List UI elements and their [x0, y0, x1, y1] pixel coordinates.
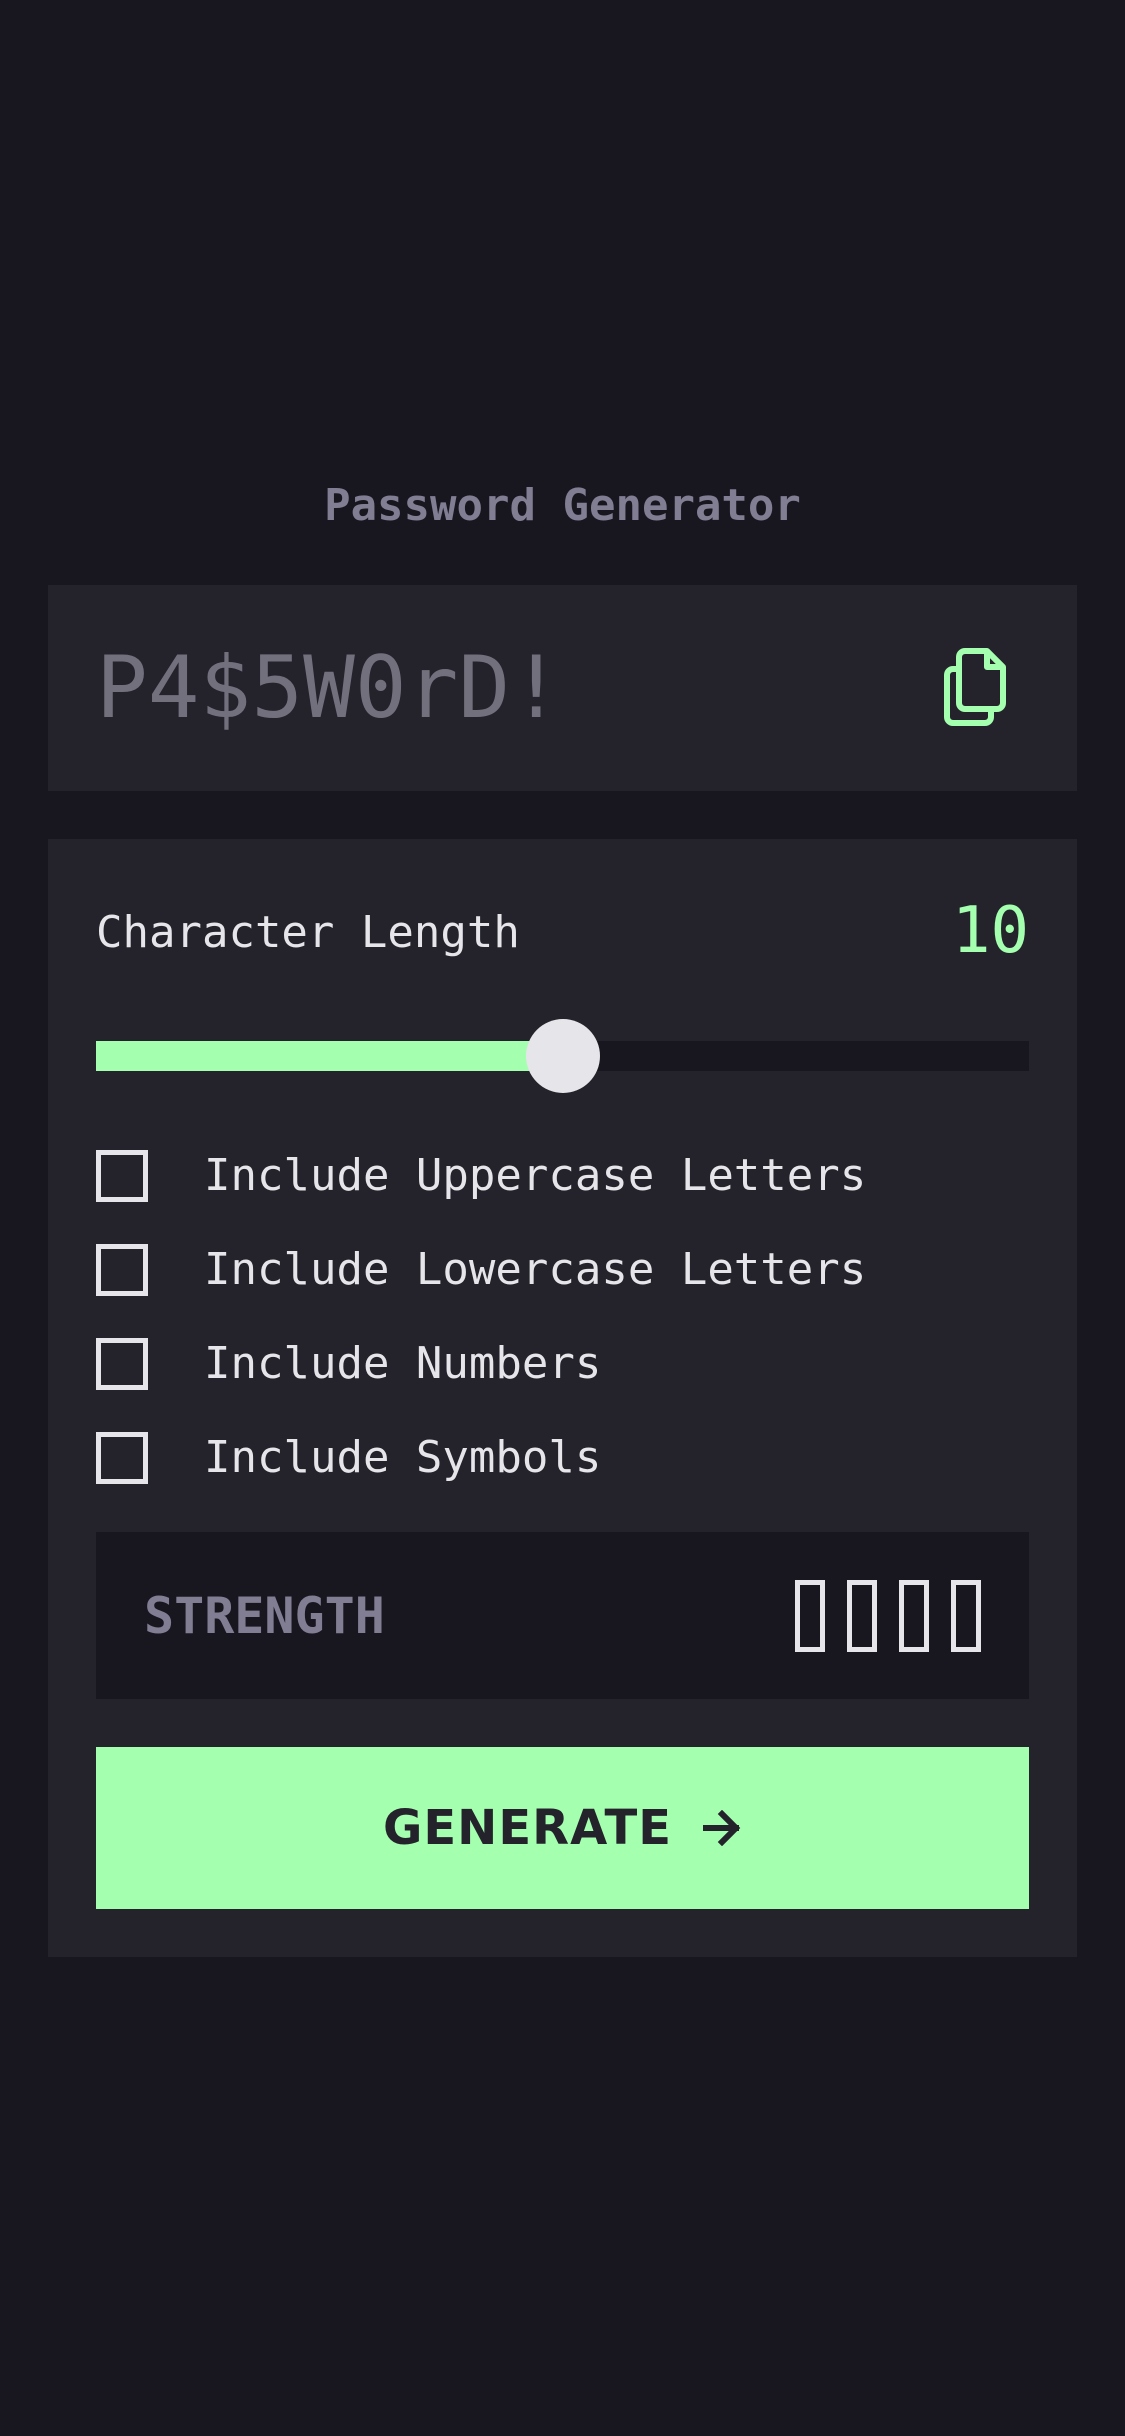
- copy-button[interactable]: [941, 645, 1013, 729]
- strength-bar: [847, 1580, 877, 1652]
- strength-label: STRENGTH: [144, 1587, 385, 1645]
- slider-thumb[interactable]: [526, 1019, 600, 1093]
- numbers-checkbox[interactable]: [96, 1338, 148, 1390]
- password-text: P4$5W0rD!: [96, 638, 562, 738]
- generate-button[interactable]: GENERATE: [96, 1747, 1029, 1909]
- strength-bars: [773, 1580, 981, 1652]
- character-length-label: Character Length: [96, 907, 520, 958]
- uppercase-label: Include Uppercase Letters: [204, 1150, 867, 1201]
- option-symbols[interactable]: Include Symbols: [96, 1427, 601, 1489]
- arrow-right-icon: [703, 1810, 741, 1846]
- generate-label: GENERATE: [382, 1800, 673, 1856]
- settings-panel: Character Length 10 Include Uppercase Le…: [48, 839, 1077, 1957]
- lowercase-label: Include Lowercase Letters: [204, 1244, 867, 1295]
- symbols-label: Include Symbols: [204, 1432, 602, 1483]
- slider-fill: [96, 1041, 563, 1071]
- password-display: P4$5W0rD!: [48, 585, 1077, 791]
- strength-bar: [951, 1580, 981, 1652]
- lowercase-checkbox[interactable]: [96, 1244, 148, 1296]
- length-slider[interactable]: [96, 1019, 1029, 1099]
- option-lowercase[interactable]: Include Lowercase Letters: [96, 1239, 866, 1301]
- option-numbers[interactable]: Include Numbers: [96, 1333, 601, 1395]
- strength-bar: [795, 1580, 825, 1652]
- symbols-checkbox[interactable]: [96, 1432, 148, 1484]
- strength-bar: [899, 1580, 929, 1652]
- copy-icon: [944, 648, 1006, 726]
- option-uppercase[interactable]: Include Uppercase Letters: [96, 1145, 866, 1207]
- character-length-value: 10: [951, 894, 1029, 968]
- app-title: Password Generator: [324, 480, 801, 531]
- numbers-label: Include Numbers: [204, 1338, 602, 1389]
- uppercase-checkbox[interactable]: [96, 1150, 148, 1202]
- strength-meter: STRENGTH: [96, 1532, 1029, 1699]
